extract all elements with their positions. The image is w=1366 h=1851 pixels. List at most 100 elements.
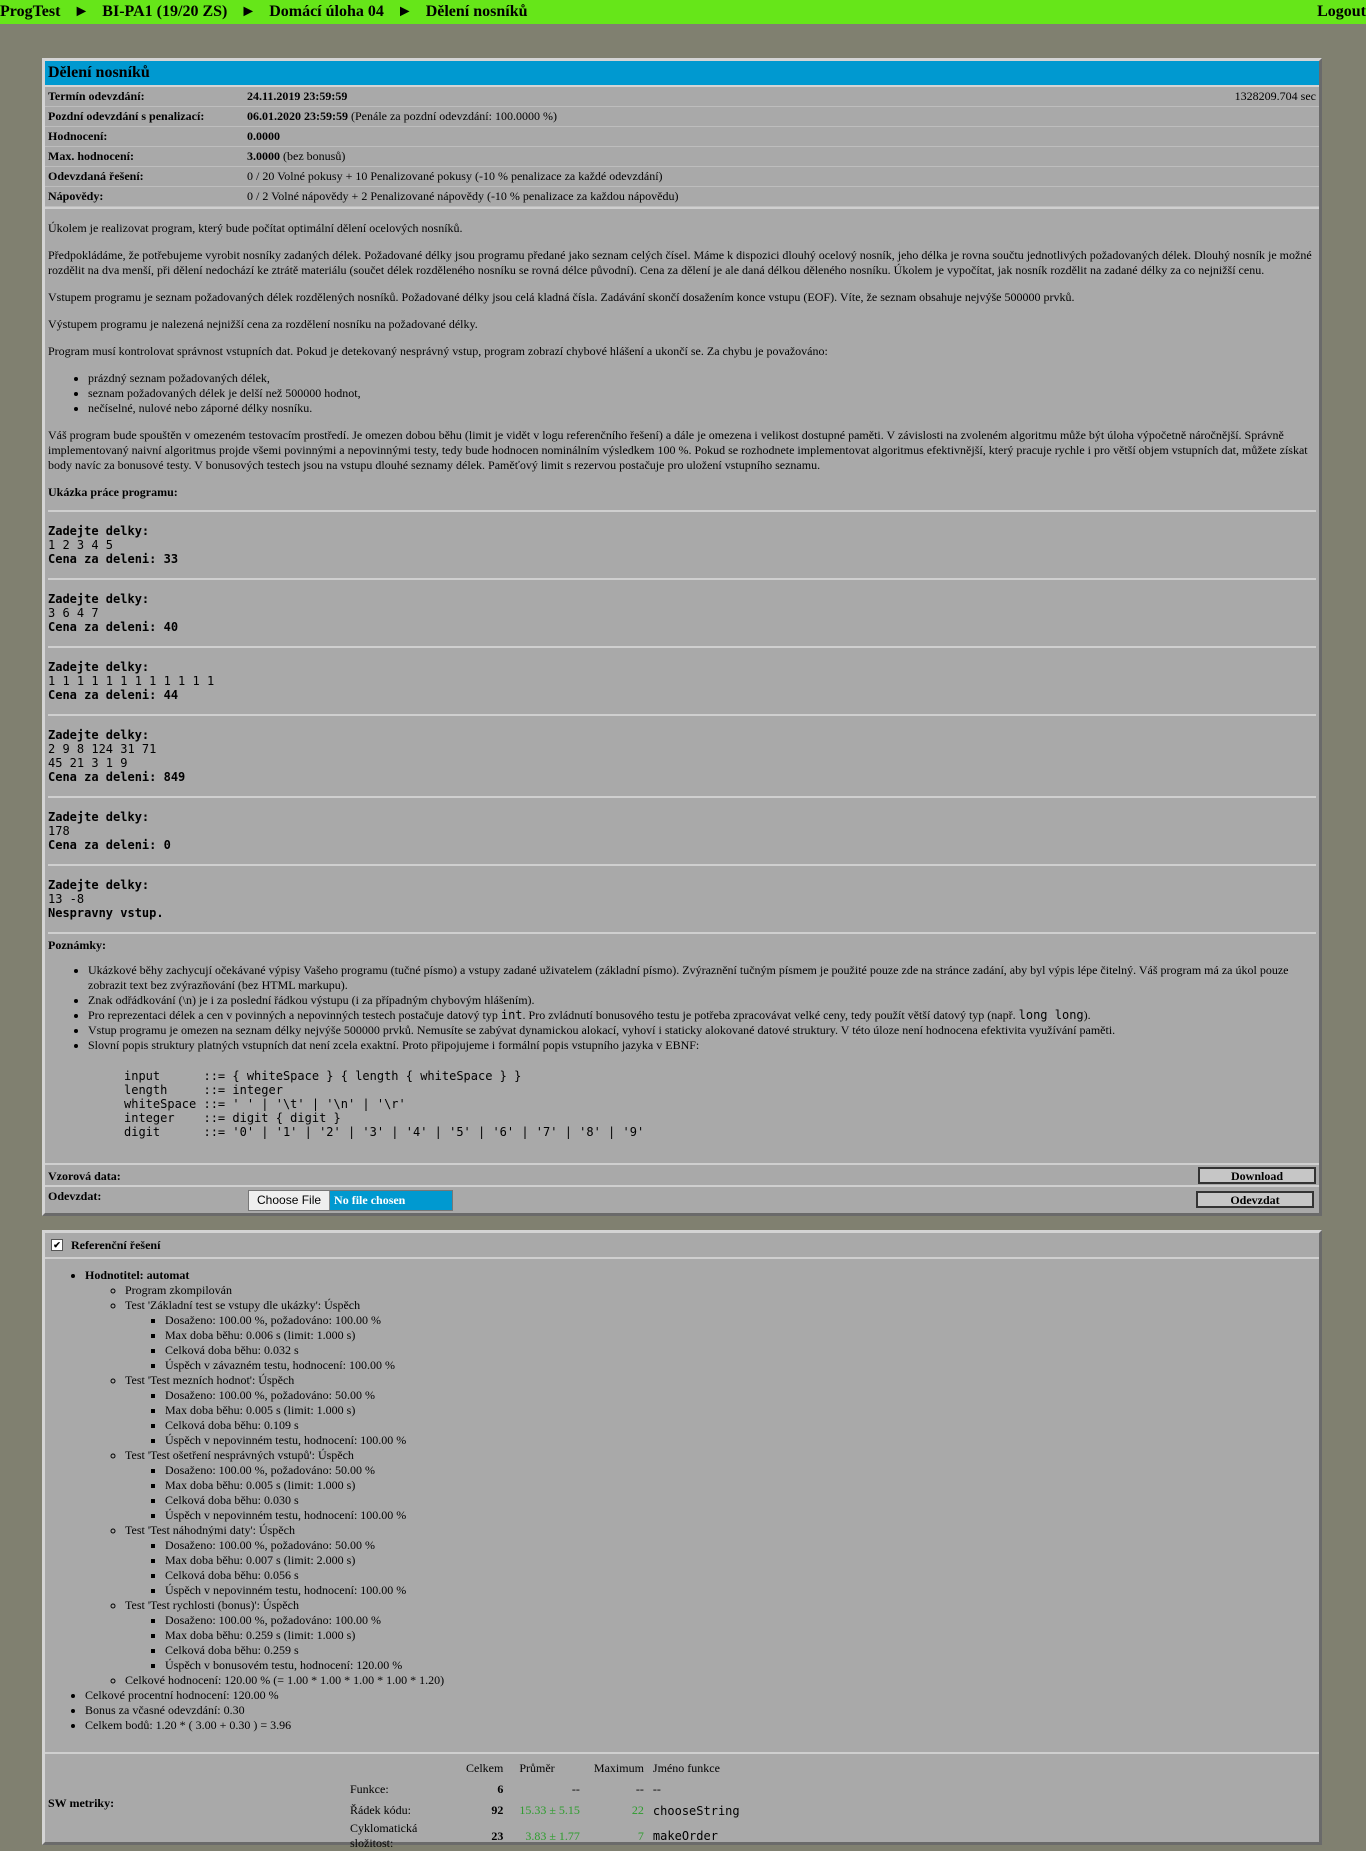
- info-row: Termín odevzdání: 24.11.2019 23:59:59 132…: [45, 87, 1319, 107]
- example-prompt: Zadejte delky:: [48, 810, 150, 824]
- example-output: Cena za deleni: 849: [48, 770, 186, 784]
- choose-file-button[interactable]: Choose File: [249, 1191, 331, 1210]
- info-row: Hodnocení: 0.0000: [45, 127, 1319, 147]
- notes-list: Ukázkové běhy zachycují očekávané výpisy…: [48, 963, 1316, 1053]
- test-detail: Celková doba běhu: 0.030 s: [165, 1493, 1319, 1508]
- example-output: Cena za deleni: 44: [48, 688, 179, 702]
- test-item: Test 'Test náhodnými daty': ÚspěchDosaže…: [125, 1523, 1319, 1598]
- example-run: Zadejte delky: 2 9 8 124 31 71 45 21 3 1…: [48, 714, 1316, 784]
- breadcrumb-task[interactable]: Dělení nosníků: [426, 3, 528, 20]
- logout-link[interactable]: Logout: [1317, 3, 1366, 21]
- reference-body: Hodnotitel: automat Program zkompilován …: [45, 1259, 1319, 1733]
- example-output: Nespravny vstup.: [48, 906, 164, 920]
- test-detail: Celková doba běhu: 0.056 s: [165, 1568, 1319, 1583]
- test-detail: Celková doba běhu: 0.109 s: [165, 1418, 1319, 1433]
- test-detail: Dosaženo: 100.00 %, požadováno: 50.00 %: [165, 1538, 1319, 1553]
- metrics-header: Maximum: [593, 1761, 644, 1775]
- breadcrumb: ProgTest ► BI-PA1 (19/20 ZS) ► Domácí úl…: [0, 3, 537, 21]
- metric-max: --: [635, 1782, 644, 1796]
- breadcrumb-homework[interactable]: Domácí úloha 04: [269, 3, 384, 20]
- test-detail: Úspěch v nepovinném testu, hodnocení: 10…: [165, 1508, 1319, 1523]
- total-score: Celkové hodnocení: 120.00 % (= 1.00 * 1.…: [125, 1673, 1319, 1688]
- test-detail: Úspěch v bonusovém testu, hodnocení: 120…: [165, 1658, 1319, 1673]
- example-run: Zadejte delky: 1 1 1 1 1 1 1 1 1 1 1 1 C…: [48, 646, 1316, 702]
- info-label: Max. hodnocení:: [48, 149, 135, 163]
- test-detail: Max doba běhu: 0.006 s (limit: 1.000 s): [165, 1328, 1319, 1343]
- test-detail: Max doba běhu: 0.259 s (limit: 1.000 s): [165, 1628, 1319, 1643]
- test-detail: Max doba běhu: 0.005 s (limit: 1.000 s): [165, 1478, 1319, 1493]
- metric-avg: 3.83 ± 1.77: [525, 1828, 580, 1843]
- paragraph: Výstupem programu je nalezená nejnižší c…: [48, 317, 478, 331]
- test-name: Test 'Test rychlosti (bonus)': Úspěch: [125, 1598, 299, 1612]
- task-description: Úkolem je realizovat program, který bude…: [45, 221, 1319, 1139]
- ebnf-grammar: input ::= { whiteSpace } { length { whit…: [124, 1069, 645, 1139]
- evaluator: Hodnotitel: automat: [85, 1268, 190, 1282]
- summary-line: Celkové procentní hodnocení: 120.00 %: [85, 1688, 1319, 1703]
- example-output: Cena za deleni: 33: [48, 552, 179, 566]
- info-value: 24.11.2019 23:59:59: [247, 89, 348, 103]
- info-value: 0 / 2 Volné nápovědy + 2 Penalizované ná…: [247, 189, 679, 203]
- breadcrumb-course[interactable]: BI-PA1 (19/20 ZS): [102, 3, 227, 20]
- info-row: Nápovědy: 0 / 2 Volné nápovědy + 2 Penal…: [45, 187, 1319, 207]
- example-run: Zadejte delky: 178 Cena za deleni: 0: [48, 796, 1316, 852]
- metric-function: makeOrder: [652, 1829, 718, 1843]
- info-label: Odevzdaná řešení:: [48, 169, 144, 183]
- info-value: 0 / 20 Volné pokusy + 10 Penalizované po…: [247, 169, 663, 183]
- metric-name: Funkce:: [350, 1782, 389, 1796]
- test-item: Test 'Test ošetření nesprávných vstupů':…: [125, 1448, 1319, 1523]
- test-detail: Dosaženo: 100.00 %, požadováno: 50.00 %: [165, 1388, 1319, 1403]
- list-item: Ukázkové běhy zachycují očekávané výpisy…: [88, 963, 1316, 993]
- info-value: 06.01.2020 23:59:59 (Penále za pozdní od…: [247, 109, 557, 123]
- breadcrumb-separator-icon: ►: [73, 3, 90, 20]
- info-label: Termín odevzdání:: [48, 89, 145, 103]
- list-item: prázdný seznam požadovaných délek,: [88, 371, 1316, 386]
- submit-button[interactable]: Odevzdat: [1196, 1191, 1314, 1208]
- metric-name: Cyklomatická složitost:: [350, 1821, 418, 1850]
- reference-toggle-checkbox[interactable]: ✔: [51, 1239, 63, 1251]
- reference-title: Referenční řešení: [71, 1238, 161, 1252]
- info-value: 0.0000: [247, 129, 280, 143]
- metrics-header: Celkem: [466, 1761, 504, 1775]
- paragraph: Program musí kontrolovat správnost vstup…: [48, 344, 828, 358]
- reference-panel: ✔ Referenční řešení Hodnotitel: automat …: [42, 1230, 1322, 1850]
- table-row: Funkce: 6 -- -- --: [347, 1779, 743, 1800]
- file-input[interactable]: Choose File No file chosen: [248, 1190, 453, 1211]
- task-title: Dělení nosníků: [45, 61, 1319, 87]
- list-item: Pro reprezentaci délek a cen v povinných…: [88, 1008, 1316, 1023]
- test-detail: Max doba běhu: 0.007 s (limit: 2.000 s): [165, 1553, 1319, 1568]
- top-nav-bar: ProgTest ► BI-PA1 (19/20 ZS) ► Domácí úl…: [0, 0, 1366, 24]
- info-row: Max. hodnocení: 3.0000 (bez bonusů): [45, 147, 1319, 167]
- example-input: 1 1 1 1 1 1 1 1 1 1 1 1: [48, 674, 215, 688]
- summary-line: Celkem bodů: 1.20 * ( 3.00 + 0.30 ) = 3.…: [85, 1718, 1319, 1733]
- example-input: 13 -8: [48, 892, 85, 906]
- example-prompt: Zadejte delky:: [48, 878, 150, 892]
- example-run: Zadejte delky: 3 6 4 7 Cena za deleni: 4…: [48, 578, 1316, 634]
- metric-max: 22: [631, 1803, 644, 1817]
- sw-metrics-label: SW metriky:: [48, 1796, 115, 1810]
- test-item: Test 'Základní test se vstupy dle ukázky…: [125, 1298, 1319, 1373]
- metric-function: --: [652, 1782, 661, 1796]
- table-row: Cyklomatická složitost: 23 3.83 ± 1.77 7 mak…: [347, 1821, 743, 1851]
- paragraph: Váš program bude spouštěn v omezeném tes…: [48, 428, 1308, 472]
- reference-header[interactable]: ✔ Referenční řešení: [45, 1233, 1319, 1259]
- list-item: nečíselné, nulové nebo záporné délky nos…: [88, 401, 1316, 416]
- test-name: Test 'Test mezních hodnot': Úspěch: [125, 1373, 295, 1387]
- breadcrumb-progtest[interactable]: ProgTest: [0, 3, 60, 20]
- metric-function: chooseString: [652, 1803, 740, 1818]
- example-input: 3 6 4 7: [48, 606, 99, 620]
- metric-max: 7: [637, 1828, 644, 1843]
- metric-total: 23: [491, 1828, 504, 1843]
- paragraph: Předpokládáme, že potřebujeme vyrobit no…: [48, 248, 1312, 277]
- info-row: Pozdní odevzdání s penalizací: 06.01.2020…: [45, 107, 1319, 127]
- metrics-header: Průměr: [519, 1761, 555, 1775]
- test-detail: Dosaženo: 100.00 %, požadováno: 50.00 %: [165, 1463, 1319, 1478]
- download-button[interactable]: Download: [1198, 1167, 1316, 1184]
- test-detail: Max doba běhu: 0.005 s (limit: 1.000 s): [165, 1403, 1319, 1418]
- test-name: Test 'Test ošetření nesprávných vstupů':…: [125, 1448, 354, 1462]
- paragraph: Úkolem je realizovat program, který bude…: [48, 221, 463, 235]
- example-output: Cena za deleni: 40: [48, 620, 179, 634]
- metric-name: Řádek kódu:: [350, 1803, 411, 1817]
- notes-heading: Poznámky:: [48, 938, 106, 952]
- examples-heading: Ukázka práce programu:: [48, 485, 178, 499]
- info-label: Nápovědy:: [48, 189, 104, 203]
